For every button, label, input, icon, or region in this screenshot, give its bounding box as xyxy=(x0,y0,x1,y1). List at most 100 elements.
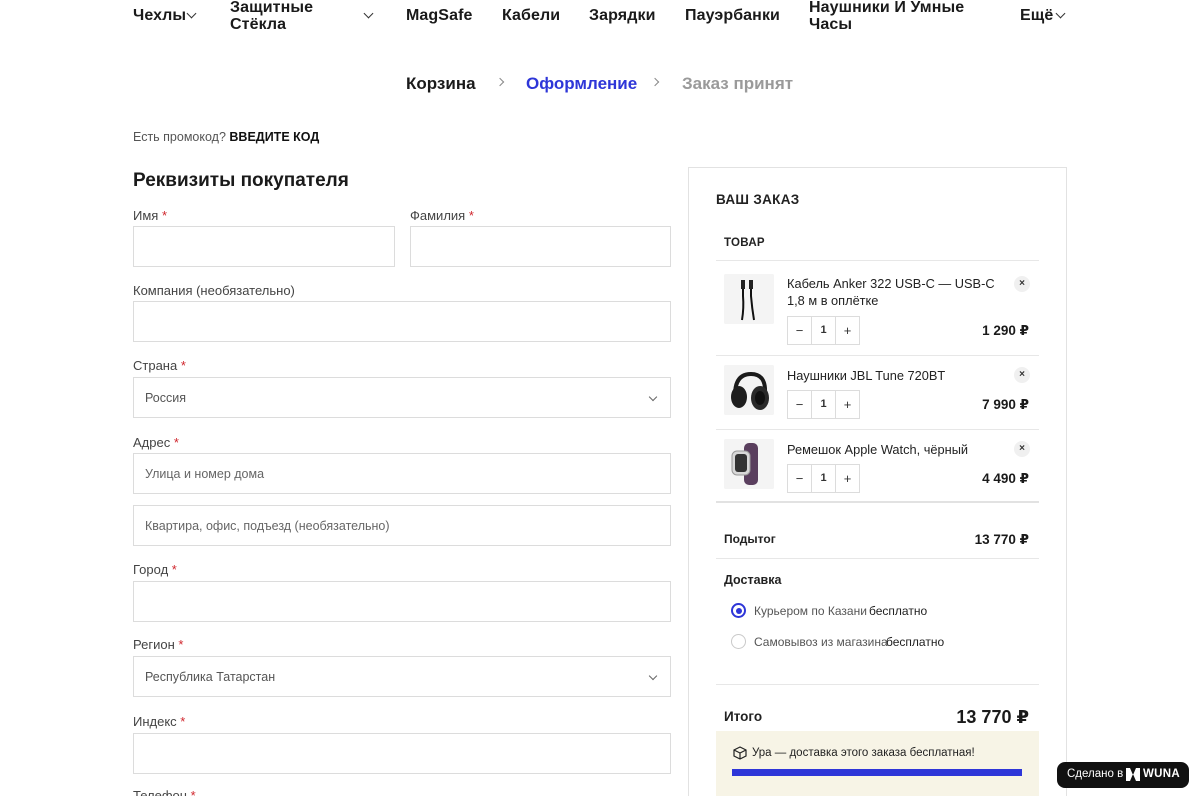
radio-unselected[interactable] xyxy=(731,634,746,649)
nav-more-label: Ещё xyxy=(1020,7,1054,24)
close-icon[interactable]: × xyxy=(1014,367,1030,383)
chevron-down-icon[interactable] xyxy=(1055,8,1066,19)
free-shipping-progress-track xyxy=(732,769,1022,776)
required-mark: * xyxy=(180,714,186,729)
address-line2-input[interactable]: Квартира, офис, подъезд (необязательно) xyxy=(133,505,671,546)
item-name[interactable]: Кабель Anker 322 USB-C — USB-C 1,8 м в о… xyxy=(787,275,1002,309)
shipping-label: Доставка xyxy=(724,573,782,587)
quantity-stepper[interactable]: − 1 + xyxy=(787,464,860,493)
radio-selected[interactable] xyxy=(731,603,746,618)
divider xyxy=(716,355,1039,356)
wuna-brand-text: WUNA xyxy=(1143,768,1180,780)
required-mark: * xyxy=(161,208,168,223)
region-label: Регион * xyxy=(133,637,183,652)
zip-label: Индекс * xyxy=(133,714,185,729)
address-line1-placeholder: Улица и номер дома xyxy=(145,467,265,481)
last-name-label-text: Фамилия xyxy=(410,208,466,223)
step-order-received: Заказ принят xyxy=(682,74,794,93)
nav-chargers-label: Зарядки xyxy=(589,7,656,24)
nav-cables[interactable]: Кабели xyxy=(502,7,560,24)
plus-icon[interactable]: + xyxy=(836,317,859,344)
step-cart[interactable]: Корзина xyxy=(406,74,476,94)
subtotal-label: Подытог xyxy=(724,532,776,546)
item-name[interactable]: Ремешок Apple Watch, чёрный xyxy=(787,441,1002,458)
promo-enter-code-link[interactable]: ВВЕДИТЕ КОД xyxy=(229,130,319,144)
close-icon[interactable]: × xyxy=(1014,441,1030,457)
nav-cases[interactable]: Чехлы xyxy=(133,7,186,24)
divider xyxy=(716,501,1039,503)
step-checkout: Оформление xyxy=(526,74,638,93)
last-name-field[interactable] xyxy=(410,226,671,267)
chevron-down-icon xyxy=(648,671,658,681)
nav-cables-label: Кабели xyxy=(502,7,561,24)
made-in-text: Сделано в xyxy=(1067,768,1124,780)
item-name[interactable]: Наушники JBL Tune 720BT xyxy=(787,367,1002,384)
item-price: 7 990 ₽ xyxy=(982,397,1029,412)
cable-image xyxy=(724,274,774,324)
divider xyxy=(716,260,1039,261)
promo-row: Есть промокод? ВВЕДИТЕ КОД xyxy=(133,130,319,144)
address-label: Адрес * xyxy=(133,435,179,450)
box-icon xyxy=(733,746,747,760)
made-in-badge[interactable]: Сделано в WUNA xyxy=(1057,762,1189,788)
country-select[interactable]: Россия xyxy=(133,377,671,418)
headphones-image xyxy=(724,365,774,415)
quantity-input[interactable]: 1 xyxy=(811,391,836,418)
free-shipping-notice: Ура — доставка этого заказа бесплатная! xyxy=(716,731,1039,796)
last-name-label: Фамилия * xyxy=(410,208,474,223)
company-field[interactable] xyxy=(133,301,671,342)
plus-icon[interactable]: + xyxy=(836,391,859,418)
address-line2-placeholder: Квартира, офис, подъезд (необязательно) xyxy=(145,519,390,533)
first-name-label: Имя * xyxy=(133,208,167,223)
watch-band-thumbnail xyxy=(724,439,774,489)
required-mark: * xyxy=(180,358,186,373)
nav-screen-protectors[interactable]: Защитные Стёкла xyxy=(230,0,313,33)
nav-chargers[interactable]: Зарядки xyxy=(589,7,656,24)
city-field[interactable] xyxy=(133,581,671,622)
plus-icon[interactable]: + xyxy=(836,465,859,492)
region-select-value: Республика Татарстан xyxy=(145,670,276,684)
first-name-field[interactable] xyxy=(133,226,395,267)
required-mark: * xyxy=(178,637,184,652)
phone-label: Телефон * xyxy=(133,788,196,796)
address-line1-input[interactable]: Улица и номер дома xyxy=(133,453,671,494)
nav-powerbanks-label: Пауэрбанки xyxy=(685,7,780,24)
quantity-input[interactable]: 1 xyxy=(811,465,836,492)
nav-magsafe-label: MagSafe xyxy=(406,7,473,24)
minus-icon[interactable]: − xyxy=(788,391,811,418)
divider xyxy=(716,684,1039,685)
item-price: 1 290 ₽ xyxy=(982,323,1029,338)
nav-more[interactable]: Ещё xyxy=(1020,7,1053,24)
city-label-text: Город xyxy=(133,562,169,577)
checkout-page: Чехлы Защитные Стёкла MagSafe Кабели Зар… xyxy=(0,0,1200,796)
nav-powerbanks[interactable]: Пауэрбанки xyxy=(685,7,780,24)
nav-headphones-watches[interactable]: Наушники И Умные Часы xyxy=(809,0,964,33)
order-title: ВАШ ЗАКАЗ xyxy=(716,192,800,207)
chevron-down-icon[interactable] xyxy=(363,8,374,19)
required-mark: * xyxy=(190,788,196,796)
headphones-thumbnail xyxy=(724,365,774,415)
country-select-value: Россия xyxy=(145,391,186,405)
shipping-option-price: бесплатно xyxy=(869,604,928,618)
cable-thumbnail xyxy=(724,274,774,324)
quantity-input[interactable]: 1 xyxy=(811,317,836,344)
subtotal-value: 13 770 ₽ xyxy=(974,532,1029,547)
quantity-stepper[interactable]: − 1 + xyxy=(787,316,860,345)
item-price: 4 490 ₽ xyxy=(982,471,1029,486)
minus-icon[interactable]: − xyxy=(788,465,811,492)
total-label: Итого xyxy=(724,709,763,724)
shipping-option-price: бесплатно xyxy=(886,635,945,649)
city-label: Город * xyxy=(133,562,177,577)
minus-icon[interactable]: − xyxy=(788,317,811,344)
country-label: Страна * xyxy=(133,358,186,373)
nav-magsafe[interactable]: MagSafe xyxy=(406,7,473,24)
close-icon[interactable]: × xyxy=(1014,276,1030,292)
quantity-stepper[interactable]: − 1 + xyxy=(787,390,860,419)
required-mark: * xyxy=(468,208,474,223)
wuna-logo-icon xyxy=(1126,768,1140,781)
country-label-text: Страна xyxy=(133,358,178,373)
region-label-text: Регион xyxy=(133,637,175,652)
chevron-down-icon[interactable] xyxy=(186,8,197,19)
zip-field[interactable] xyxy=(133,733,671,774)
region-select[interactable]: Республика Татарстан xyxy=(133,656,671,697)
